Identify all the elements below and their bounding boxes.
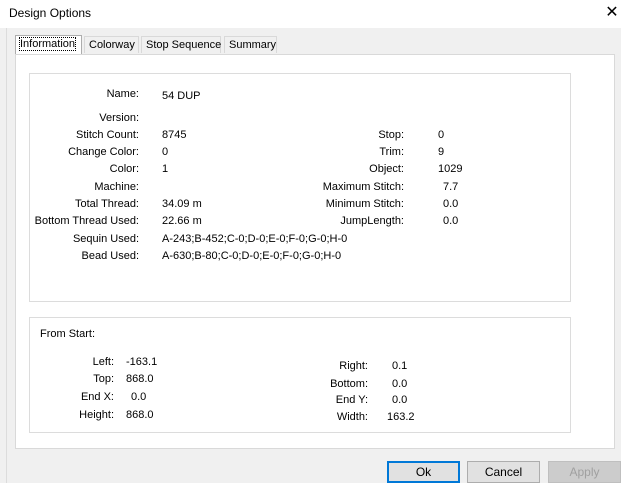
color-value: 1: [162, 163, 169, 175]
left-label: Left:: [92, 356, 114, 368]
title-bar: Design Options ✕: [0, 0, 621, 28]
end-x-label: End X:: [80, 391, 114, 403]
trim-value: 9: [438, 146, 445, 158]
from-start-group: From Start: Left: -163.1 Top: 868.0 End …: [29, 317, 571, 433]
change-color-value: 0: [162, 146, 169, 158]
bead-used-value: A-630;B-80;C-0;D-0;E-0;F-0;G-0;H-0: [162, 250, 342, 262]
maximum-stitch-label: Maximum Stitch:: [322, 181, 404, 193]
bead-used-label: Bead Used:: [81, 250, 139, 262]
maximum-stitch-value: 7.7: [443, 181, 459, 193]
from-start-heading: From Start:: [40, 328, 96, 340]
sequin-used-value: A-243;B-452;C-0;D-0;E-0;F-0;G-0;H-0: [162, 233, 348, 245]
jump-length-value: 0.0: [443, 215, 459, 227]
name-label: Name:: [106, 88, 139, 100]
end-x-value: 0.0: [131, 391, 147, 403]
height-label: Height:: [79, 409, 114, 421]
object-value: 1029: [438, 163, 463, 175]
end-y-label: End Y:: [335, 394, 368, 406]
right-label: Right:: [339, 360, 368, 372]
design-info-group: Name: 54 DUP Version: Stitch Count: 8745…: [29, 73, 571, 302]
apply-button[interactable]: Apply: [548, 461, 621, 483]
height-value: 868.0: [126, 409, 154, 421]
minimum-stitch-label: Minimum Stitch:: [325, 198, 404, 210]
bottom-value: 0.0: [392, 378, 408, 390]
stitch-count-value: 8745: [162, 129, 187, 141]
change-color-label: Change Color:: [68, 146, 139, 158]
information-tab-pane: Name: 54 DUP Version: Stitch Count: 8745…: [15, 54, 615, 449]
stop-label: Stop:: [378, 129, 404, 141]
left-value: -163.1: [126, 356, 158, 368]
bottom-thread-label: Bottom Thread Used:: [34, 215, 139, 227]
bottom-thread-value: 22.66 m: [162, 215, 202, 227]
tab-summary[interactable]: Summary: [224, 36, 277, 53]
sequin-used-label: Sequin Used:: [72, 233, 139, 245]
right-value: 0.1: [392, 360, 408, 372]
top-value: 868.0: [126, 373, 154, 385]
machine-label: Machine:: [94, 181, 139, 193]
cancel-button[interactable]: Cancel: [467, 461, 540, 483]
tab-stop-sequence[interactable]: Stop Sequence: [141, 36, 221, 53]
top-label: Top:: [93, 373, 114, 385]
color-label: Color:: [109, 163, 139, 175]
tab-information[interactable]: Information: [15, 35, 82, 54]
trim-label: Trim:: [379, 146, 404, 158]
width-value: 163.2: [387, 411, 415, 423]
tab-colorway[interactable]: Colorway: [84, 36, 139, 53]
total-thread-value: 34.09 m: [162, 198, 202, 210]
total-thread-label: Total Thread:: [74, 198, 139, 210]
end-y-value: 0.0: [392, 394, 408, 406]
window-left-border: [6, 28, 7, 483]
stitch-count-label: Stitch Count:: [76, 129, 139, 141]
stop-value: 0: [438, 129, 445, 141]
minimum-stitch-value: 0.0: [443, 198, 459, 210]
version-label: Version:: [99, 112, 139, 124]
width-label: Width:: [336, 411, 368, 423]
jump-length-label: JumpLength:: [340, 215, 404, 227]
object-label: Object:: [369, 163, 404, 175]
name-value: 54 DUP: [162, 90, 201, 102]
ok-button[interactable]: Ok: [387, 461, 460, 483]
close-icon[interactable]: ✕: [604, 5, 620, 21]
bottom-label: Bottom:: [330, 378, 368, 390]
window-title: Design Options: [9, 6, 92, 20]
